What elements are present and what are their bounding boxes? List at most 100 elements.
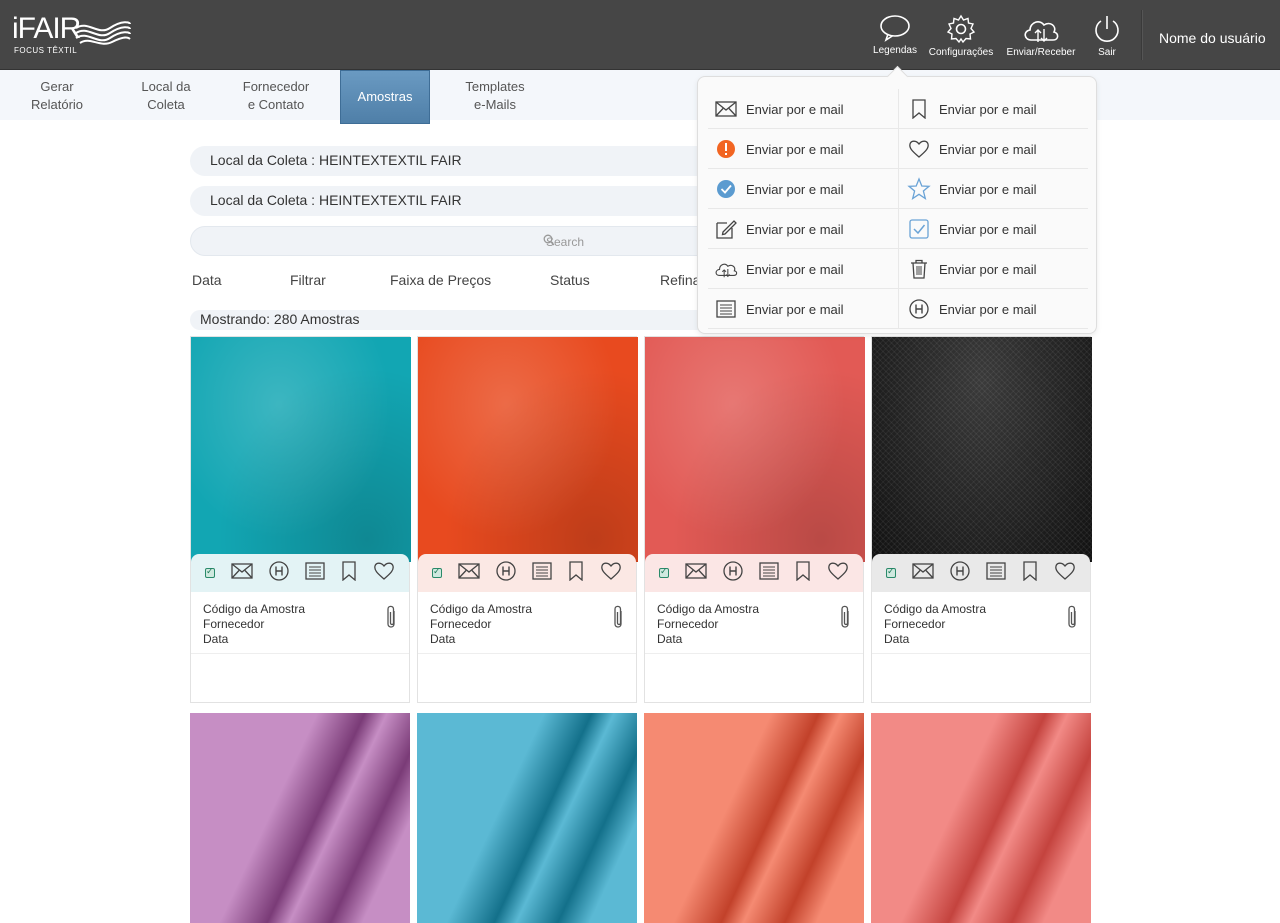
nav-local-coleta[interactable]: Local da Coleta (136, 78, 196, 114)
list-icon[interactable] (759, 561, 779, 585)
legend-item[interactable]: Enviar por e mail (708, 209, 898, 249)
sample-image[interactable] (645, 337, 865, 562)
star-icon (907, 177, 931, 201)
top-bar: iFAIR FOCUS TÊXTIL Legendas Configuraçõe… (0, 0, 1280, 70)
sample-card[interactable] (871, 713, 1091, 923)
sample-card[interactable] (644, 713, 864, 923)
nav-gerar-relatorio[interactable]: Gerar Relatório (30, 78, 84, 114)
bookmark-icon[interactable] (568, 560, 584, 586)
hotel-h-icon[interactable] (950, 560, 970, 586)
filter-tab-status[interactable]: Status (550, 272, 590, 288)
heart-icon[interactable] (827, 561, 849, 586)
filter-tab-faixa-precos[interactable]: Faixa de Preços (390, 272, 491, 288)
legend-item-label: Enviar por e mail (746, 141, 844, 157)
sample-date: Data (203, 632, 229, 646)
legend-item[interactable]: Enviar por e mail (898, 289, 1088, 329)
sample-supplier: Fornecedor (657, 617, 719, 631)
sample-image[interactable] (644, 713, 864, 923)
cloud-sync-icon (714, 257, 738, 281)
enviar-receber-button[interactable]: Enviar/Receber (1006, 14, 1076, 62)
legend-item[interactable]: Enviar por e mail (708, 289, 898, 329)
envelope-icon (714, 97, 738, 121)
configuracoes-button[interactable]: Configurações (926, 14, 996, 62)
paperclip-icon[interactable] (1066, 604, 1078, 634)
heart-icon[interactable] (600, 561, 622, 586)
search-input[interactable]: Search (190, 226, 750, 256)
nav-templates-emails[interactable]: Templates e-Mails (460, 78, 530, 114)
power-icon (1095, 16, 1119, 42)
select-checkbox[interactable] (659, 566, 669, 578)
sample-footer (645, 654, 863, 702)
hotel-h-icon[interactable] (496, 560, 516, 586)
sample-actions (872, 554, 1090, 592)
heart-icon[interactable] (1054, 561, 1076, 586)
sample-image[interactable] (871, 713, 1091, 923)
sample-info: Código da Amostra Fornecedor Data (418, 592, 636, 654)
legend-item[interactable]: Enviar por e mail (898, 169, 1088, 209)
sair-button[interactable]: Sair (1072, 14, 1142, 62)
hotel-h-icon[interactable] (269, 560, 289, 586)
checkbox-icon (907, 217, 931, 241)
sample-card[interactable]: Código da Amostra Fornecedor Data (190, 336, 411, 703)
legend-item-label: Enviar por e mail (746, 261, 844, 277)
bookmark-icon[interactable] (341, 560, 357, 586)
sample-image[interactable] (417, 713, 637, 923)
hotel-h-icon[interactable] (723, 560, 743, 586)
envelope-icon[interactable] (685, 562, 707, 584)
sample-date: Data (430, 632, 456, 646)
select-checkbox[interactable] (205, 566, 215, 578)
sample-image[interactable] (872, 337, 1092, 562)
heart-icon[interactable] (373, 561, 395, 586)
sample-card[interactable] (417, 713, 637, 923)
legend-row: Enviar por e mail Enviar por e mail (708, 289, 1088, 329)
legend-item[interactable]: Enviar por e mail (898, 249, 1088, 289)
sample-supplier: Fornecedor (203, 617, 265, 631)
select-checkbox[interactable] (886, 566, 896, 578)
nav-label-line1: Local da (141, 79, 191, 94)
logo-waves-icon (75, 21, 131, 45)
local-coleta-filter-2[interactable]: Local da Coleta : HEINTEXTEXTIL FAIR (190, 186, 750, 216)
legend-item[interactable]: Enviar por e mail (708, 89, 898, 129)
legendas-button[interactable]: Legendas (860, 14, 930, 62)
filter-tab-data[interactable]: Data (192, 272, 222, 288)
legend-item[interactable]: Enviar por e mail (708, 249, 898, 289)
filter-tab-filtrar[interactable]: Filtrar (290, 272, 326, 288)
legend-item[interactable]: Enviar por e mail (898, 89, 1088, 129)
sample-card[interactable] (190, 713, 410, 923)
local-coleta-filter-1[interactable]: Local da Coleta : HEINTEXTEXTIL FAIR (190, 146, 750, 176)
paperclip-icon[interactable] (385, 604, 397, 634)
legend-row: Enviar por e mail Enviar por e mail (708, 89, 1088, 129)
envelope-icon[interactable] (458, 562, 480, 584)
list-icon[interactable] (986, 561, 1006, 585)
sample-image[interactable] (418, 337, 638, 562)
legend-item[interactable]: Enviar por e mail (898, 209, 1088, 249)
legend-item[interactable]: Enviar por e mail (708, 129, 898, 169)
logo-subtitle: FOCUS TÊXTIL (14, 46, 78, 55)
check-circle-icon (714, 177, 738, 201)
bookmark-icon[interactable] (795, 560, 811, 586)
list-icon[interactable] (305, 561, 325, 585)
nav-fornecedor-contato[interactable]: Fornecedor e Contato (238, 78, 314, 114)
paperclip-icon[interactable] (839, 604, 851, 634)
nav-amostras[interactable]: Amostras (340, 70, 430, 124)
username[interactable]: Nome do usuário (1159, 30, 1266, 46)
paperclip-icon[interactable] (612, 604, 624, 634)
sample-footer (418, 654, 636, 702)
app-logo[interactable]: iFAIR FOCUS TÊXTIL (12, 12, 134, 58)
legend-item[interactable]: Enviar por e mail (898, 129, 1088, 169)
select-checkbox[interactable] (432, 566, 442, 578)
envelope-icon[interactable] (231, 562, 253, 584)
sample-image[interactable] (191, 337, 411, 562)
heart-icon (907, 137, 931, 161)
bookmark-icon[interactable] (1022, 560, 1038, 586)
legend-row: Enviar por e mail Enviar por e mail (708, 209, 1088, 249)
list-icon[interactable] (532, 561, 552, 585)
speech-bubble-icon (880, 15, 910, 42)
envelope-icon[interactable] (912, 562, 934, 584)
sample-card[interactable]: Código da Amostra Fornecedor Data (417, 336, 638, 703)
legend-item[interactable]: Enviar por e mail (708, 169, 898, 209)
sample-card[interactable]: Código da Amostra Fornecedor Data (644, 336, 865, 703)
logo-text: iFAIR (12, 12, 81, 45)
sample-card[interactable]: Código da Amostra Fornecedor Data (871, 336, 1092, 703)
sample-image[interactable] (190, 713, 410, 923)
